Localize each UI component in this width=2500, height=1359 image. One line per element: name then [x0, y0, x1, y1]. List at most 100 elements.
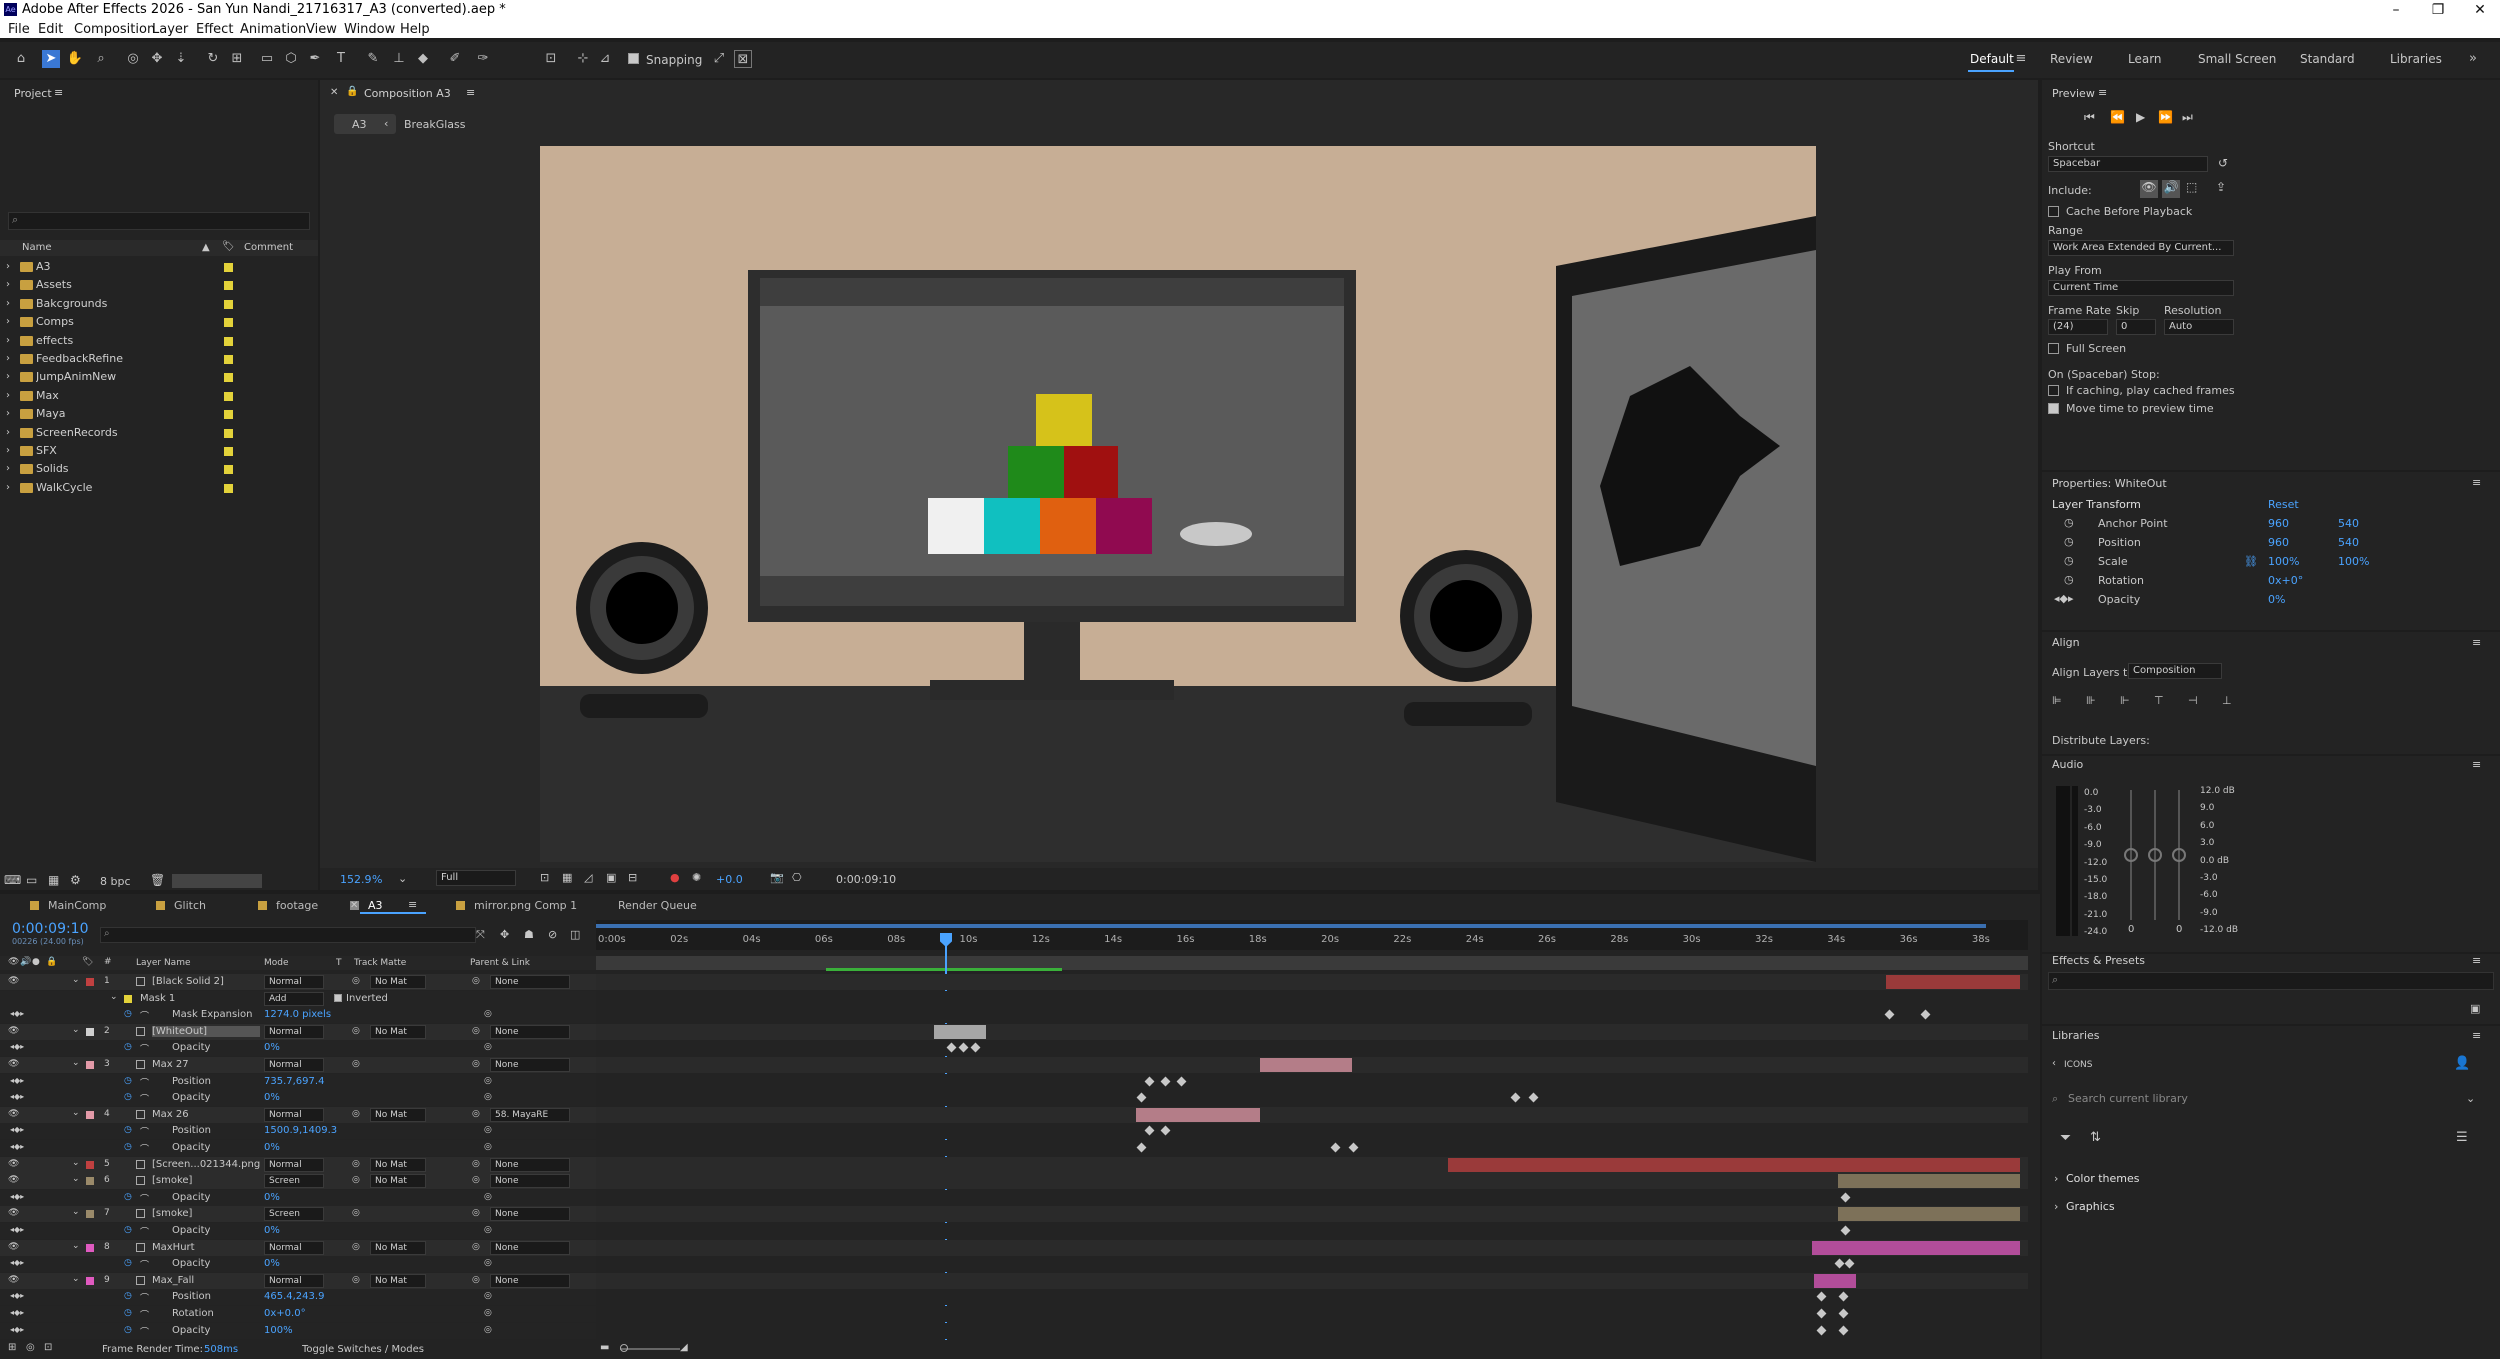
timeline-timecode[interactable]: 0:00:09:10: [12, 921, 89, 937]
eye-icon[interactable]: 👁: [8, 1242, 19, 1252]
pickwhip-icon[interactable]: ◎: [352, 1059, 360, 1069]
range-dropdown[interactable]: Work Area Extended By Current...: [2048, 240, 2234, 256]
project-item[interactable]: Comps: [36, 315, 74, 328]
home-icon[interactable]: ⌂: [12, 50, 30, 68]
property-value[interactable]: 0%: [264, 1258, 280, 1269]
parent-dropdown[interactable]: None: [490, 1058, 570, 1072]
pan-tool-icon[interactable]: ✥: [148, 50, 166, 68]
stopwatch-icon[interactable]: ◷: [124, 1308, 132, 1318]
expand-arrow-icon[interactable]: ›: [6, 390, 10, 401]
project-item[interactable]: SFX: [36, 444, 57, 457]
layer-duration-bar[interactable]: [1260, 1058, 1352, 1072]
menu-window[interactable]: Window: [344, 22, 395, 37]
stopwatch-icon[interactable]: ◷: [124, 1258, 132, 1268]
layer-name[interactable]: MaxHurt: [152, 1242, 260, 1253]
parent-pickwhip-icon[interactable]: ◎: [472, 1159, 480, 1169]
audio-slider-right-knob[interactable]: [2172, 848, 2186, 862]
rotation-value[interactable]: 0x+0°: [2268, 574, 2303, 587]
include-audio-icon[interactable]: 🔊: [2162, 180, 2180, 198]
toggle-switches-button[interactable]: Toggle Switches / Modes: [302, 1344, 424, 1355]
timeline-tab[interactable]: Render Queue: [618, 899, 697, 912]
track-matte-dropdown[interactable]: No Mat: [370, 1024, 426, 1039]
keyframe-nav-icon[interactable]: ◂◆▸: [10, 1009, 24, 1018]
expression-pickwhip-icon[interactable]: ◎: [484, 1325, 492, 1335]
breadcrumb-a3[interactable]: A3: [352, 118, 367, 131]
library-section-color-themes[interactable]: Color themes: [2066, 1172, 2139, 1185]
track-matte-dropdown[interactable]: No Mat: [370, 975, 426, 989]
stopwatch-icon[interactable]: ◷: [124, 1291, 132, 1301]
property-value[interactable]: 0%: [264, 1142, 280, 1153]
stopwatch-icon[interactable]: ◷: [124, 1192, 132, 1202]
type-tool-icon[interactable]: T: [332, 50, 350, 68]
pen-tool-icon[interactable]: ✒: [306, 50, 324, 68]
include-layer-controls-icon[interactable]: ⇪: [2216, 180, 2226, 194]
stopwatch-icon[interactable]: ◷: [124, 1042, 132, 1052]
parent-pickwhip-icon[interactable]: ◎: [472, 1026, 480, 1036]
eye-icon[interactable]: 👁: [8, 1208, 19, 1218]
mode-dropdown[interactable]: Normal: [264, 1058, 324, 1072]
pickwhip-icon[interactable]: ◎: [352, 1242, 360, 1252]
table-row[interactable]: [0, 1322, 596, 1339]
layer-label-swatch[interactable]: [86, 1177, 94, 1186]
keyframe-nav-icon[interactable]: ◂◆▸: [10, 1225, 24, 1234]
dolly-tool-icon[interactable]: ⇣: [172, 50, 190, 68]
track-matte-dropdown[interactable]: No Mat: [370, 1107, 426, 1122]
list-view-icon[interactable]: ☰: [2456, 1130, 2468, 1145]
track-matte-dropdown[interactable]: No Mat: [370, 1174, 426, 1189]
library-search-input[interactable]: Search current library: [2068, 1092, 2188, 1105]
sort-icon[interactable]: ⇅: [2090, 1130, 2101, 1145]
color-channel-icon[interactable]: ●: [670, 871, 680, 884]
pickwhip-icon[interactable]: ◎: [352, 976, 360, 986]
project-search-input[interactable]: [8, 212, 310, 230]
expression-pickwhip-icon[interactable]: ◎: [484, 1142, 492, 1152]
mask-mode-dropdown[interactable]: Add: [264, 991, 324, 1006]
scale-x-value[interactable]: 100%: [2268, 555, 2299, 568]
layer-label-swatch[interactable]: [86, 1276, 94, 1285]
keyframe-nav-icon[interactable]: ◂◆▸: [10, 1125, 24, 1134]
expression-pickwhip-icon[interactable]: ◎: [484, 1258, 492, 1268]
library-search-dropdown-icon[interactable]: ⌄: [2466, 1092, 2475, 1105]
last-frame-icon[interactable]: ⏭: [2182, 110, 2193, 125]
audio-slider-left-knob[interactable]: [2124, 848, 2138, 862]
collaborators-icon[interactable]: 👤: [2454, 1056, 2470, 1071]
layer-name-header[interactable]: Layer Name: [136, 958, 191, 968]
menu-edit[interactable]: Edit: [38, 22, 63, 37]
keyframe-nav-icon[interactable]: ◂◆▸: [10, 1291, 24, 1300]
preview-resolution-dropdown[interactable]: Auto: [2164, 319, 2234, 335]
draft-3d-icon[interactable]: ✥: [500, 928, 509, 941]
pickwhip-icon[interactable]: ◎: [352, 1175, 360, 1185]
position-x-value[interactable]: 960: [2268, 536, 2289, 549]
expand-arrow-icon[interactable]: ›: [6, 463, 10, 474]
property-value[interactable]: 0%: [264, 1225, 280, 1236]
roto-brush-icon[interactable]: ✐: [446, 50, 464, 68]
anchor-y-value[interactable]: 540: [2338, 517, 2359, 530]
keyframe-nav-icon[interactable]: ◂◆▸: [10, 1192, 24, 1201]
keyframe-nav-icon[interactable]: ◂◆▸: [10, 1042, 24, 1051]
lock-icon[interactable]: 🔒: [346, 86, 358, 97]
timeline-tab-menu-icon[interactable]: ≡: [408, 898, 417, 911]
work-area-bar[interactable]: [596, 924, 1986, 928]
mode-dropdown[interactable]: Normal: [264, 975, 324, 989]
show-snapshot-icon[interactable]: ⎔: [792, 871, 802, 884]
zoom-value[interactable]: 152.9: [340, 873, 372, 886]
pickwhip-icon[interactable]: ◎: [352, 1159, 360, 1169]
timeline-zoom-knob[interactable]: [620, 1344, 628, 1352]
expand-arrow-icon[interactable]: ›: [6, 427, 10, 438]
expand-arrow-icon[interactable]: ›: [6, 261, 10, 272]
table-row[interactable]: [0, 1040, 596, 1057]
twirl-icon[interactable]: ⌄: [110, 992, 118, 1002]
pickwhip-icon[interactable]: ◎: [352, 1275, 360, 1285]
property-value[interactable]: 1500.9,1409.3: [264, 1125, 337, 1136]
pickwhip-icon[interactable]: ◎: [352, 1109, 360, 1119]
parent-pickwhip-icon[interactable]: ◎: [472, 976, 480, 986]
layer-duration-bar[interactable]: [934, 1024, 986, 1039]
delete-icon[interactable]: 🗑: [150, 873, 165, 887]
stopwatch-icon[interactable]: ◷: [124, 1092, 132, 1102]
expand-arrow-icon[interactable]: ›: [6, 408, 10, 419]
label-swatch[interactable]: [224, 355, 233, 364]
layer-name[interactable]: [smoke]: [152, 1208, 260, 1219]
expression-pickwhip-icon[interactable]: ◎: [484, 1042, 492, 1052]
play-from-dropdown[interactable]: Current Time: [2048, 280, 2234, 296]
parent-pickwhip-icon[interactable]: ◎: [472, 1208, 480, 1218]
comp-timecode[interactable]: 0:00:09:10: [836, 873, 896, 886]
